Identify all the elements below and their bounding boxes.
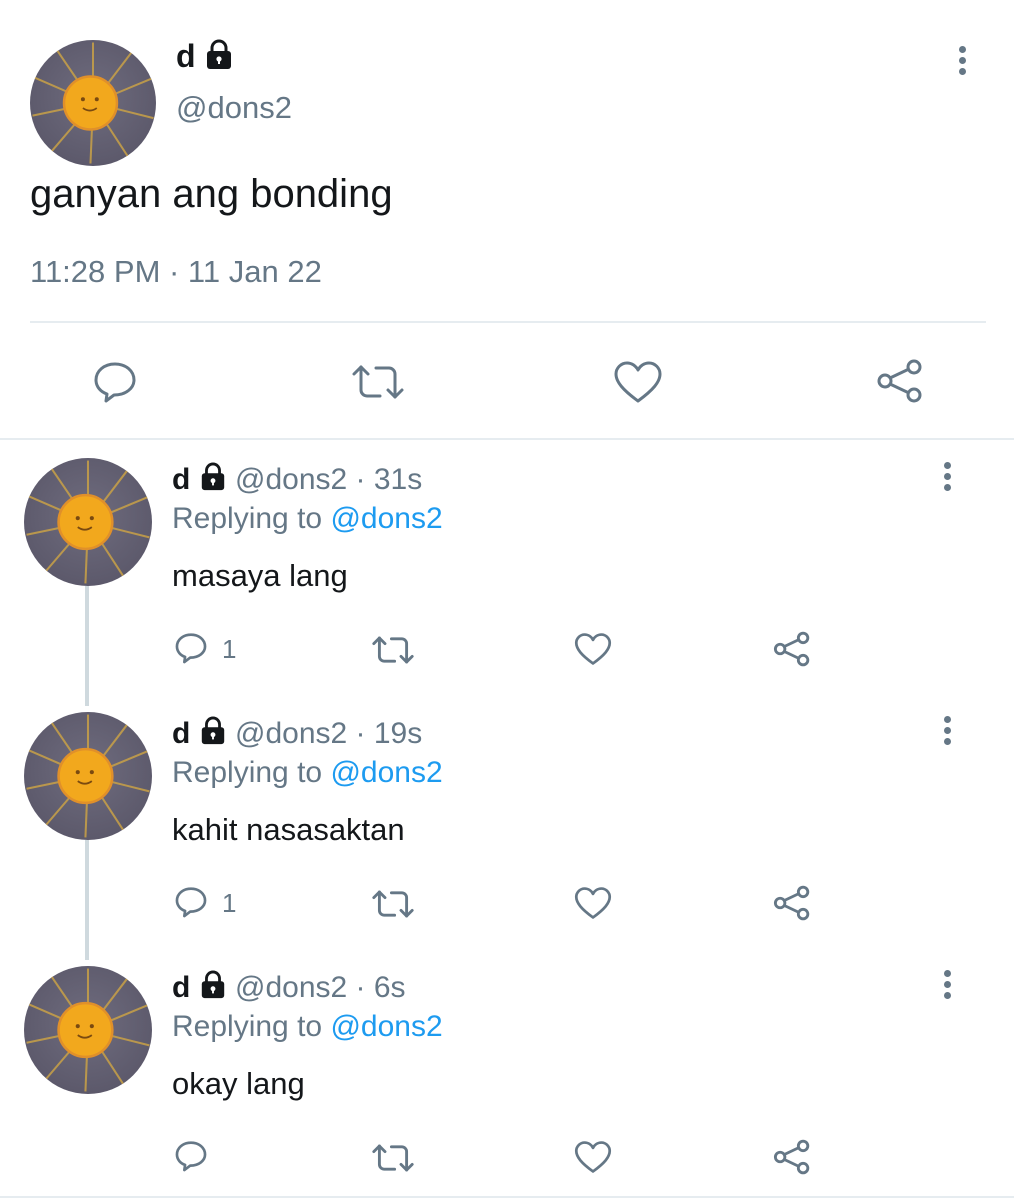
- reply-button[interactable]: [92, 361, 138, 403]
- retweet-button[interactable]: [370, 634, 416, 666]
- like-button[interactable]: [574, 632, 612, 666]
- reply-avatar[interactable]: [24, 458, 152, 586]
- reply-header: d @dons2 · 19s: [172, 716, 422, 754]
- reply-display-name[interactable]: d: [172, 717, 190, 750]
- heart-icon: [614, 361, 662, 403]
- share-button[interactable]: [876, 358, 924, 404]
- replying-to-handle-link[interactable]: @dons2: [330, 756, 442, 789]
- reply-display-name[interactable]: d: [172, 971, 190, 1004]
- reply-icon: [175, 887, 207, 918]
- display-name[interactable]: d: [176, 38, 234, 79]
- reply-text: okay lang: [172, 1066, 305, 1101]
- tweet-timestamp[interactable]: 11:28 PM · 11 Jan 22: [30, 254, 322, 290]
- thread-line: [85, 840, 89, 960]
- reply-display-name[interactable]: d: [172, 463, 190, 496]
- lock-icon: [199, 716, 227, 754]
- share-button[interactable]: [773, 630, 811, 668]
- retweet-button[interactable]: [370, 1142, 416, 1174]
- retweet-button[interactable]: [350, 362, 406, 402]
- replying-to-label: Replying to: [172, 1010, 323, 1043]
- lock-icon: [199, 970, 227, 1008]
- replying-to: Replying to @dons2: [172, 756, 443, 790]
- tweet-text: ganyan ang bonding: [30, 172, 393, 216]
- replying-to-handle-link[interactable]: @dons2: [330, 1010, 442, 1043]
- reply-header: d @dons2 · 31s: [172, 462, 422, 500]
- lock-icon: [204, 39, 234, 79]
- reply-count: 1: [222, 888, 237, 918]
- heart-icon: [574, 1141, 612, 1173]
- avatar[interactable]: [30, 40, 156, 166]
- reply-button[interactable]: [174, 632, 208, 664]
- share-icon: [877, 359, 922, 403]
- reply-icon: [175, 1141, 207, 1172]
- heart-icon: [574, 633, 612, 665]
- retweet-button[interactable]: [370, 888, 416, 920]
- share-button[interactable]: [773, 884, 811, 922]
- share-icon: [773, 885, 810, 921]
- retweet-icon: [352, 365, 404, 399]
- display-name-text: d: [176, 38, 196, 74]
- replying-to-label: Replying to: [172, 756, 323, 789]
- share-button[interactable]: [773, 1138, 811, 1176]
- reply-header: d @dons2 · 6s: [172, 970, 406, 1008]
- reply-button[interactable]: [174, 886, 208, 918]
- retweet-icon: [372, 636, 414, 664]
- timestamp-divider: [30, 321, 986, 323]
- retweet-icon: [372, 890, 414, 918]
- more-options-icon[interactable]: [942, 970, 952, 1003]
- retweet-icon: [372, 1144, 414, 1172]
- heart-icon: [574, 887, 612, 919]
- thread-line: [85, 586, 89, 706]
- like-button[interactable]: [574, 886, 612, 920]
- bottom-divider: [0, 1196, 1014, 1198]
- reply-avatar[interactable]: [24, 966, 152, 1094]
- reply-count: 1: [222, 634, 237, 664]
- replying-to-handle-link[interactable]: @dons2: [330, 502, 442, 535]
- share-icon: [773, 631, 810, 667]
- more-options-icon[interactable]: [942, 716, 952, 749]
- section-divider: [0, 438, 1014, 440]
- reply-text: kahit nasasaktan: [172, 812, 405, 847]
- replying-to: Replying to @dons2: [172, 502, 443, 536]
- replying-to: Replying to @dons2: [172, 1010, 443, 1044]
- like-button[interactable]: [574, 1140, 612, 1174]
- reply-handle-time[interactable]: @dons2 · 19s: [235, 717, 422, 750]
- reply-handle-time[interactable]: @dons2 · 31s: [235, 463, 422, 496]
- reply-icon: [175, 633, 207, 664]
- replying-to-label: Replying to: [172, 502, 323, 535]
- more-options-icon[interactable]: [957, 46, 967, 79]
- reply-text: masaya lang: [172, 558, 348, 593]
- share-icon: [773, 1139, 810, 1175]
- reply-icon: [94, 362, 136, 403]
- like-button[interactable]: [613, 360, 663, 404]
- reply-avatar[interactable]: [24, 712, 152, 840]
- reply-button[interactable]: [174, 1140, 208, 1172]
- lock-icon: [199, 462, 227, 500]
- more-options-icon[interactable]: [942, 462, 952, 495]
- username-handle[interactable]: @dons2: [176, 90, 292, 126]
- reply-handle-time[interactable]: @dons2 · 6s: [235, 971, 406, 1004]
